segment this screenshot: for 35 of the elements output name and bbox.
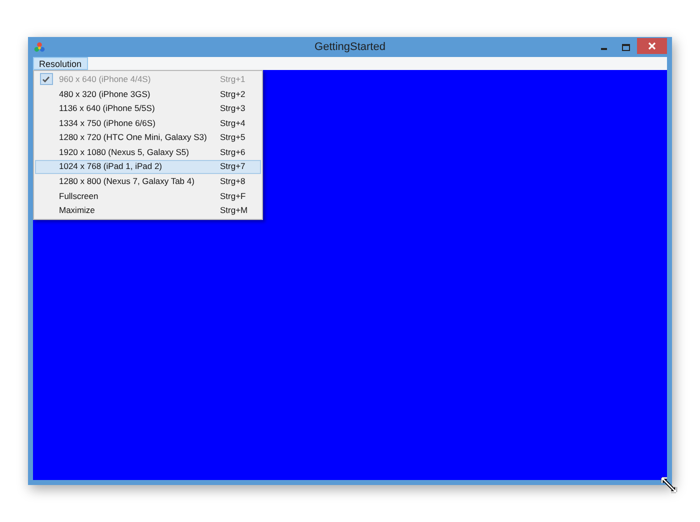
menu-item-label: 480 x 320 (iPhone 3GS) [59,88,150,100]
menu-item[interactable]: Fullscreen Strg+F [35,188,261,204]
menu-item-label: 1334 x 750 (iPhone 6/6S) [59,116,156,130]
menu-item-shortcut: Strg+3 [220,102,246,115]
menu-item[interactable]: 1024 x 768 (iPad 1, iPad 2) Strg+7 [35,160,261,174]
close-icon [648,42,656,50]
menu-item-shortcut: Strg+7 [220,160,246,174]
menu-item[interactable]: 480 x 320 (iPhone 3GS) Strg+2 [35,86,261,102]
menu-item[interactable]: 1136 x 640 (iPhone 5/5S) Strg+3 [35,101,261,116]
menu-item-shortcut: Strg+1 [220,72,246,86]
menu-item-shortcut: Strg+M [220,204,249,218]
menu-item[interactable]: 1334 x 750 (iPhone 6/6S) Strg+4 [35,116,261,130]
menu-item-label: Maximize [59,204,95,218]
menu-item-label: 960 x 640 (iPhone 4/4S) [59,72,151,86]
menu-item-shortcut: Strg+6 [220,146,246,159]
menu-item-shortcut: Strg+4 [220,116,246,130]
menu-item-label: 1280 x 720 (HTC One Mini, Galaxy S3) [59,131,207,144]
app-icon [34,42,45,52]
menu-bar-item[interactable]: Resolution [33,57,88,70]
menu-item[interactable]: Maximize Strg+M [35,203,261,218]
menu-item-shortcut: Strg+2 [220,88,246,100]
close-button[interactable] [637,38,667,54]
resize-cursor-icon [661,477,677,493]
menu-item[interactable]: 1280 x 800 (Nexus 7, Galaxy Tab 4) Strg+8 [35,174,261,189]
menu-item[interactable]: 1920 x 1080 (Nexus 5, Galaxy S5) Strg+6 [35,144,261,160]
menu-item-label: 1280 x 800 (Nexus 7, Galaxy Tab 4) [59,175,194,188]
menu-item-label: 1920 x 1080 (Nexus 5, Galaxy S5) [59,146,189,159]
menu-item-shortcut: Strg+8 [220,175,246,188]
window-title: GettingStarted [314,40,386,55]
menu-item[interactable]: 1280 x 720 (HTC One Mini, Galaxy S3) Strg+5 [35,130,261,145]
menu-item-shortcut: Strg+5 [220,131,246,144]
menu-item-label: Fullscreen [59,190,98,202]
menu-item-label: 1024 x 768 (iPad 1, iPad 2) [59,160,162,174]
menu-item-shortcut: Strg+F [220,190,247,202]
menu-item-label: 1136 x 640 (iPhone 5/5S) [59,102,155,115]
